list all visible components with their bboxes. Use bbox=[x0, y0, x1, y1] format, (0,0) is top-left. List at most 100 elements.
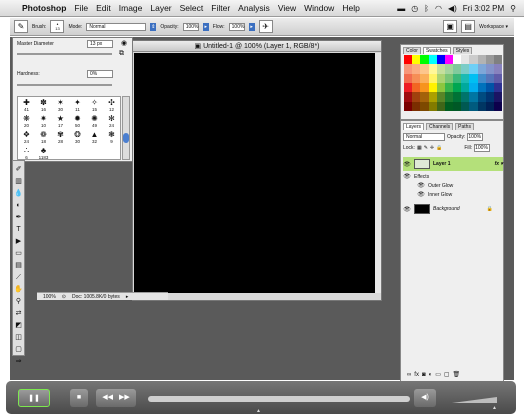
brush-preset[interactable]: ❋ 20 bbox=[18, 113, 35, 129]
menu-image[interactable]: Image bbox=[119, 3, 143, 13]
color-swatch[interactable] bbox=[412, 55, 421, 65]
color-swatch[interactable] bbox=[404, 64, 413, 74]
color-swatch[interactable] bbox=[436, 82, 445, 93]
color-swatch[interactable] bbox=[444, 101, 453, 111]
color-swatch[interactable] bbox=[444, 82, 453, 93]
layer-row-effects[interactable]: 👁 Effects bbox=[403, 173, 503, 181]
diameter-slider[interactable] bbox=[17, 53, 112, 55]
color-swatch[interactable] bbox=[404, 92, 413, 102]
color-swatch[interactable] bbox=[469, 82, 478, 93]
pause-button[interactable]: ❚❚ bbox=[18, 389, 50, 407]
color-swatch[interactable] bbox=[404, 73, 413, 83]
brush-preset[interactable]: ✶ 30 bbox=[52, 97, 69, 113]
color-swatch[interactable] bbox=[428, 64, 437, 74]
color-swatch[interactable] bbox=[485, 101, 494, 111]
color-swatch[interactable] bbox=[420, 82, 429, 93]
new-layer-icon[interactable]: ▢ bbox=[444, 371, 450, 378]
eye-icon[interactable]: 👁 bbox=[403, 161, 411, 168]
layer-row-inner-glow[interactable]: 👁 Inner Glow bbox=[403, 191, 503, 199]
tab-color[interactable]: Color bbox=[403, 47, 421, 54]
zoom-level[interactable]: 100% bbox=[43, 294, 56, 300]
color-swatch[interactable] bbox=[436, 64, 445, 74]
menu-select[interactable]: Select bbox=[180, 3, 204, 13]
color-swatch[interactable] bbox=[412, 101, 421, 111]
rewind-icon[interactable]: ◀◀ bbox=[102, 394, 113, 401]
fast-forward-icon[interactable]: ▶▶ bbox=[119, 394, 130, 401]
link-layers-icon[interactable]: ∞ bbox=[407, 372, 411, 378]
color-swatch[interactable] bbox=[404, 101, 413, 111]
color-swatch[interactable] bbox=[420, 64, 429, 74]
eye-icon[interactable]: 👁 bbox=[417, 182, 425, 189]
brush-preset-picker[interactable]: • 13 bbox=[50, 20, 65, 33]
mode-dropdown-icon[interactable]: ⇕ bbox=[150, 22, 157, 31]
seek-buttons[interactable]: ◀◀ ▶▶ bbox=[96, 389, 136, 407]
status-menu-icon[interactable]: ▸ bbox=[126, 294, 129, 300]
color-swatch[interactable] bbox=[428, 92, 437, 102]
color-swatch[interactable] bbox=[485, 92, 494, 102]
color-swatch[interactable] bbox=[485, 64, 494, 74]
adjustment-layer-icon[interactable]: ◐ bbox=[429, 372, 433, 378]
tab-layers[interactable]: Layers bbox=[403, 123, 425, 130]
color-swatch[interactable] bbox=[404, 55, 413, 65]
brush-preset[interactable]: ▲ 32 bbox=[86, 129, 103, 145]
color-swatch[interactable] bbox=[469, 101, 478, 111]
color-swatch[interactable] bbox=[412, 82, 421, 93]
hardness-slider[interactable] bbox=[17, 84, 112, 86]
color-swatch[interactable] bbox=[453, 64, 462, 74]
eye-icon[interactable]: 👁 bbox=[417, 191, 425, 198]
airbrush-icon[interactable]: ✈ bbox=[258, 20, 273, 33]
color-swatch[interactable] bbox=[469, 55, 478, 65]
workspace-menu[interactable]: Workspace ▾ bbox=[479, 24, 508, 30]
color-swatch[interactable] bbox=[444, 64, 453, 74]
menu-filter[interactable]: Filter bbox=[211, 3, 230, 13]
color-swatch[interactable] bbox=[493, 82, 502, 93]
menu-edit[interactable]: Edit bbox=[96, 3, 111, 13]
color-swatch[interactable] bbox=[493, 55, 502, 65]
volume-button[interactable]: ◀) bbox=[414, 389, 436, 407]
brush-preset[interactable]: ✷ 10 bbox=[35, 113, 52, 129]
flow-field[interactable]: 100% bbox=[228, 22, 245, 31]
menu-file[interactable]: File bbox=[74, 3, 88, 13]
color-swatch[interactable] bbox=[444, 73, 453, 83]
canvas[interactable] bbox=[134, 53, 376, 293]
color-swatch[interactable] bbox=[404, 82, 413, 93]
blend-mode-select[interactable]: Normal bbox=[403, 133, 445, 141]
tab-channels[interactable]: Channels bbox=[426, 123, 454, 130]
color-swatch[interactable] bbox=[493, 64, 502, 74]
vertical-scrollbar[interactable] bbox=[375, 53, 381, 293]
type-tool-icon[interactable]: T bbox=[14, 225, 24, 234]
color-swatch[interactable] bbox=[493, 101, 502, 111]
mode-select[interactable]: Normal bbox=[86, 22, 147, 31]
color-swatch[interactable] bbox=[453, 101, 462, 111]
layer-row-background[interactable]: 👁 Background 🔒 bbox=[403, 202, 503, 216]
eye-icon[interactable]: 👁 bbox=[403, 206, 411, 213]
palette-well-icon[interactable]: ▤ bbox=[461, 20, 476, 33]
color-swatch[interactable] bbox=[420, 101, 429, 111]
shape-tool-icon[interactable]: ▭ bbox=[14, 249, 24, 258]
brush-preset[interactable]: ✧ 15 bbox=[86, 97, 103, 113]
dodge-tool-icon[interactable]: ◐ bbox=[14, 201, 24, 210]
path-selection-tool-icon[interactable]: ▶ bbox=[14, 237, 24, 246]
color-swatch[interactable] bbox=[461, 64, 470, 74]
menu-window[interactable]: Window bbox=[304, 3, 334, 13]
flow-dropdown-icon[interactable]: ▸ bbox=[248, 22, 255, 31]
pen-tool-icon[interactable]: ✒ bbox=[14, 213, 24, 222]
color-swatch[interactable] bbox=[428, 55, 437, 65]
delete-layer-icon[interactable]: 🗑 bbox=[453, 371, 461, 378]
hand-tool-icon[interactable]: ✋ bbox=[14, 285, 24, 294]
add-mask-icon[interactable]: ◙ bbox=[422, 372, 426, 378]
color-swatch[interactable] bbox=[477, 82, 486, 93]
screen-mode-icon[interactable]: ▢ bbox=[14, 345, 24, 354]
color-swatch[interactable] bbox=[461, 82, 470, 93]
color-swatch[interactable] bbox=[453, 73, 462, 83]
color-swatch[interactable] bbox=[469, 92, 478, 102]
color-swatch[interactable] bbox=[493, 73, 502, 83]
time-machine-icon[interactable]: ◷ bbox=[411, 4, 418, 13]
scrollbar-thumb[interactable] bbox=[123, 133, 129, 143]
wifi-icon[interactable]: ◠ bbox=[435, 4, 442, 13]
zoom-tool-icon[interactable]: ⚲ bbox=[14, 297, 24, 306]
opacity-dropdown-icon[interactable]: ▸ bbox=[202, 22, 209, 31]
imageready-icon[interactable]: ⇒ bbox=[14, 357, 24, 366]
lock-all-icon[interactable]: 🔒 bbox=[436, 145, 442, 151]
brush-preset[interactable]: ♣ 1183 bbox=[35, 145, 52, 161]
